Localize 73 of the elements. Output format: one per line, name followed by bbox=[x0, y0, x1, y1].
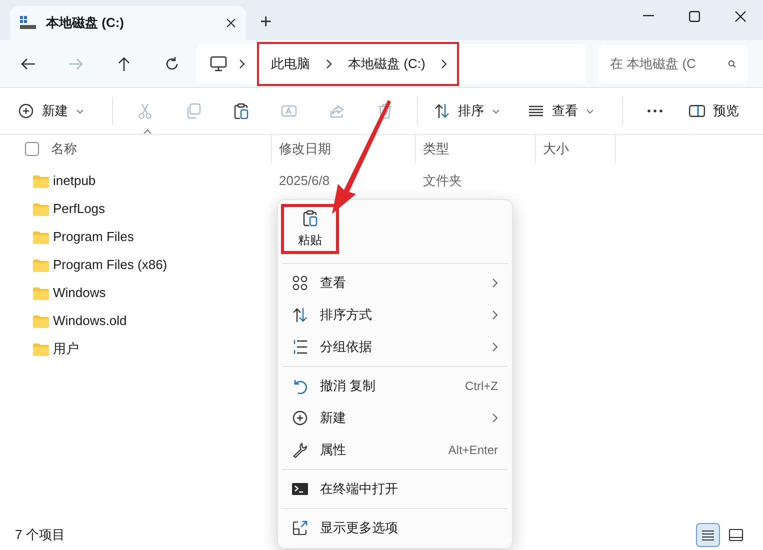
sort-caret-icon bbox=[143, 129, 152, 134]
menu-item[interactable]: 分组依据 bbox=[282, 331, 508, 363]
column-header[interactable]: 大小 bbox=[543, 139, 569, 159]
chevron-icon bbox=[239, 58, 245, 68]
search-icon[interactable] bbox=[728, 58, 736, 70]
menu-item[interactable]: 属性 Alt+Enter bbox=[282, 434, 508, 466]
menu-item[interactable]: 查看 bbox=[282, 267, 508, 299]
panel-icon bbox=[689, 105, 705, 117]
sort-arrows-icon bbox=[434, 103, 450, 119]
sort-arrows-icon bbox=[292, 307, 308, 323]
plus-circle-icon bbox=[18, 103, 34, 119]
refresh-icon[interactable] bbox=[164, 56, 180, 72]
list-icon bbox=[292, 339, 308, 355]
menu-item[interactable]: 显示更多选项 bbox=[282, 512, 508, 544]
menu-item[interactable]: 排序方式 bbox=[282, 299, 508, 331]
undo-icon bbox=[292, 378, 308, 394]
chevron-icon bbox=[441, 58, 448, 68]
breadcrumb-item[interactable]: 此电脑 bbox=[269, 54, 312, 74]
monitor-icon bbox=[210, 56, 227, 72]
up-arrow-icon[interactable] bbox=[116, 56, 132, 72]
search-input: 在 本地磁盘 (C bbox=[610, 54, 720, 74]
file-name[interactable]: Windows bbox=[53, 283, 106, 303]
date-cell-text: 2025/6/8 bbox=[278, 172, 331, 190]
column-header[interactable]: 修改日期 bbox=[279, 139, 331, 159]
folder-icon bbox=[33, 314, 49, 328]
lines-icon bbox=[528, 103, 544, 119]
new-tab-button[interactable]: + bbox=[260, 12, 272, 32]
search-field[interactable]: 在 本地磁盘 (C bbox=[598, 44, 748, 82]
item-count: 7 个项目 bbox=[15, 526, 65, 544]
window-icon bbox=[727, 526, 745, 544]
file-name[interactable]: Program Files bbox=[53, 227, 134, 247]
type-cell-text: 文件夹 bbox=[422, 172, 463, 190]
file-name[interactable]: Program Files (x86) bbox=[53, 255, 168, 275]
plus-circle-icon bbox=[292, 410, 308, 426]
minimize-icon[interactable] bbox=[642, 15, 654, 17]
address-bar[interactable]: 此电脑 本地磁盘 (C:) bbox=[196, 44, 586, 84]
expand-icon bbox=[292, 520, 308, 536]
window-tab[interactable]: 本地磁盘 (C:) bbox=[10, 6, 246, 40]
toolbar-button[interactable]: 查看 bbox=[520, 95, 602, 127]
file-name[interactable]: Windows.old bbox=[53, 311, 127, 331]
menu-item[interactable]: 撤消 复制 Ctrl+Z bbox=[282, 370, 508, 402]
file-name[interactable]: inetpub bbox=[53, 171, 96, 191]
folder-icon bbox=[33, 342, 49, 356]
close-icon[interactable] bbox=[226, 18, 236, 28]
breadcrumb-item[interactable]: 本地磁盘 (C:) bbox=[346, 54, 428, 74]
clipboard-icon bbox=[302, 210, 318, 226]
details-view-button[interactable] bbox=[696, 523, 720, 547]
drive-icon bbox=[20, 16, 36, 30]
column-header[interactable]: 类型 bbox=[423, 139, 449, 159]
toolbar-button[interactable]: 排序 bbox=[426, 95, 508, 127]
file-name[interactable]: PerfLogs bbox=[53, 199, 106, 219]
folder-icon bbox=[33, 174, 49, 188]
tab-title: 本地磁盘 (C:) bbox=[46, 14, 125, 32]
folder-icon bbox=[33, 202, 49, 216]
menu-item[interactable]: 新建 bbox=[282, 402, 508, 434]
menu-item[interactable]: 在终端中打开 bbox=[282, 473, 508, 505]
folder-icon bbox=[33, 258, 49, 272]
select-all-checkbox[interactable] bbox=[25, 142, 39, 156]
back-arrow-icon[interactable] bbox=[20, 56, 36, 72]
paste-button[interactable]: 粘贴 bbox=[281, 204, 339, 254]
chevron-icon bbox=[326, 58, 332, 68]
terminal-icon bbox=[292, 481, 308, 497]
file-name[interactable]: 用户 bbox=[53, 339, 79, 359]
folder-icon bbox=[33, 230, 49, 244]
maximize-icon[interactable] bbox=[688, 10, 700, 22]
wrench-icon bbox=[292, 442, 308, 458]
toolbar-button[interactable]: 新建 bbox=[10, 95, 92, 127]
preview-button[interactable]: 预览 bbox=[679, 95, 749, 127]
grid-icon bbox=[292, 275, 308, 291]
column-header[interactable]: 名称 bbox=[51, 139, 77, 159]
folder-icon bbox=[33, 286, 49, 300]
close-icon[interactable] bbox=[734, 10, 746, 22]
clipboard-icon[interactable] bbox=[233, 103, 249, 119]
